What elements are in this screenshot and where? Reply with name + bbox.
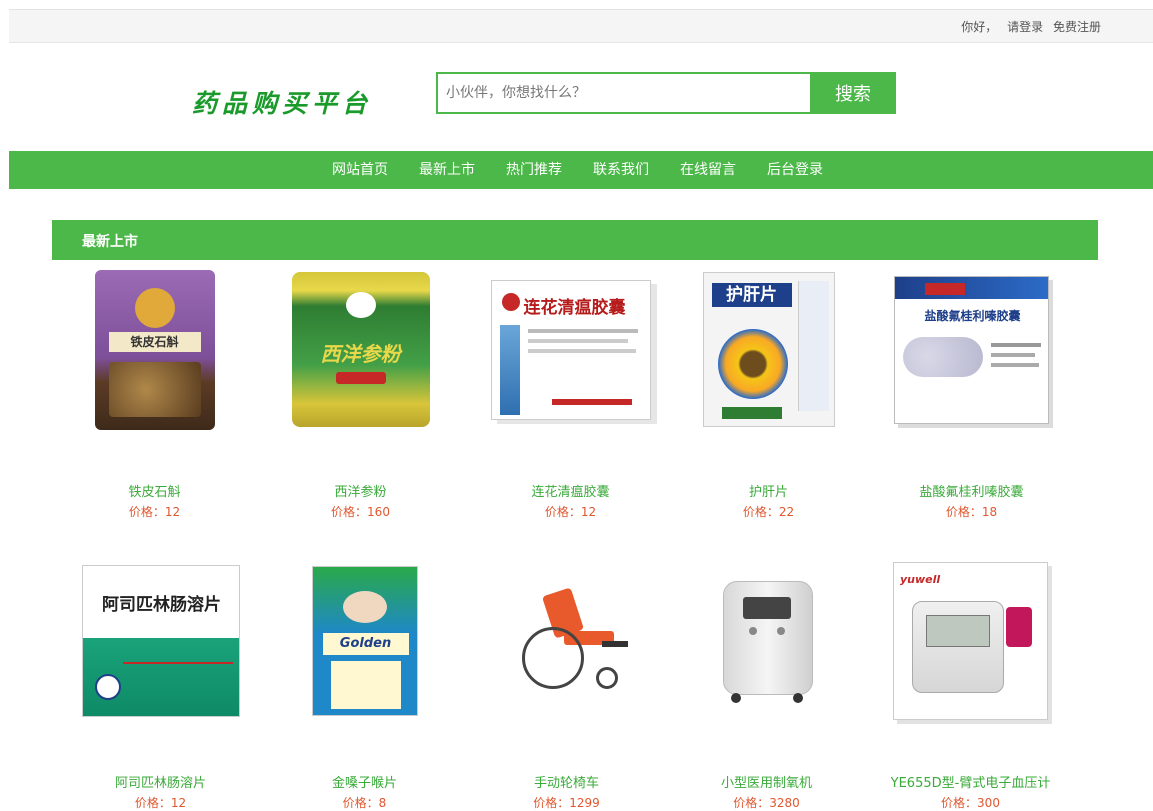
product-price: 价格：12 <box>128 505 181 519</box>
package-label: 阿司匹林肠溶片 <box>102 594 221 615</box>
package-label: 铁皮石斛 <box>108 331 201 352</box>
product-price: 价格：8 <box>342 796 387 810</box>
product-name[interactable]: 盐酸氟桂利嗪胶囊 <box>869 481 1074 500</box>
product-name[interactable]: YE655D型-臂式电子血压计 <box>868 772 1073 791</box>
package-label: 连花清瘟胶囊 <box>523 297 626 318</box>
nav-item-message[interactable]: 在线留言 <box>680 151 736 189</box>
product-card[interactable]: 盐酸氟桂利嗪胶囊 盐酸氟桂利嗪胶囊 价格：18 <box>869 262 1074 520</box>
product-price: 价格：22 <box>742 505 795 519</box>
product-name[interactable]: 连花清瘟胶囊 <box>468 481 673 500</box>
product-price: 价格：12 <box>134 796 187 810</box>
top-bar: 你好， 请登录 免费注册 <box>9 9 1153 43</box>
nav-item-new-arrivals[interactable]: 最新上市 <box>419 151 475 189</box>
nav-item-contact[interactable]: 联系我们 <box>593 151 649 189</box>
nav-item-admin-login[interactable]: 后台登录 <box>767 151 823 189</box>
product-price: 价格：18 <box>945 505 998 519</box>
product-card[interactable]: Golden 金嗓子喉片 价格：8 <box>262 553 467 811</box>
product-card[interactable]: yuwell YE655D型-臂式电子血压计 价格：300 <box>868 553 1073 811</box>
product-name[interactable]: 护肝片 <box>666 481 871 500</box>
product-price: 价格：3280 <box>733 796 800 810</box>
package-label: 盐酸氟桂利嗪胶囊 <box>924 308 1021 323</box>
top-bar-links: 你好， 请登录 免费注册 <box>961 18 1101 35</box>
package-label: 西洋参粉 <box>320 342 401 366</box>
nav-item-home[interactable]: 网站首页 <box>332 151 388 189</box>
product-image[interactable]: 阿司匹林肠溶片 <box>58 553 263 728</box>
product-image[interactable]: yuwell <box>868 553 1073 728</box>
product-image[interactable]: 盐酸氟桂利嗪胶囊 <box>869 262 1074 437</box>
product-card[interactable]: 连花清瘟胶囊 连花清瘟胶囊 价格：12 <box>468 262 673 520</box>
section-header: 最新上市 <box>52 220 1098 260</box>
product-image[interactable]: 连花清瘟胶囊 <box>468 262 673 437</box>
product-image[interactable] <box>664 553 869 728</box>
login-link[interactable]: 请登录 <box>1007 20 1043 34</box>
product-image[interactable]: Golden <box>262 553 467 728</box>
product-card[interactable]: 阿司匹林肠溶片 阿司匹林肠溶片 价格：12 <box>58 553 263 811</box>
product-card[interactable]: 护肝片 护肝片 价格：22 <box>666 262 871 520</box>
search-button[interactable]: 搜索 <box>810 72 896 114</box>
product-name[interactable]: 铁皮石斛 <box>52 481 257 500</box>
product-card[interactable]: 西洋参粉 西洋参粉 价格：160 <box>258 262 463 520</box>
product-card[interactable]: 小型医用制氧机 价格：3280 <box>664 553 869 811</box>
section-title: 最新上市 <box>82 234 138 250</box>
package-label: yuwell <box>900 572 941 586</box>
product-name[interactable]: 阿司匹林肠溶片 <box>58 772 263 791</box>
product-price: 价格：160 <box>331 505 390 519</box>
product-image[interactable]: 铁皮石斛 <box>52 262 257 437</box>
nav-item-hot-recommend[interactable]: 热门推荐 <box>506 151 562 189</box>
main-nav: 网站首页 最新上市 热门推荐 联系我们 在线留言 后台登录 <box>9 151 1153 189</box>
product-image[interactable]: 西洋参粉 <box>258 262 463 437</box>
register-link[interactable]: 免费注册 <box>1053 20 1101 34</box>
search-input[interactable] <box>438 74 814 112</box>
product-image[interactable]: 护肝片 <box>666 262 871 437</box>
product-name[interactable]: 金嗓子喉片 <box>262 772 467 791</box>
product-name[interactable]: 手动轮椅车 <box>464 772 669 791</box>
product-price: 价格：12 <box>544 505 597 519</box>
product-name[interactable]: 小型医用制氧机 <box>664 772 869 791</box>
product-name[interactable]: 西洋参粉 <box>258 481 463 500</box>
site-logo[interactable]: 药品购买平台 <box>192 84 372 120</box>
search-box: 搜索 <box>436 72 896 114</box>
package-label: 护肝片 <box>711 283 792 307</box>
product-price: 价格：300 <box>941 796 1000 810</box>
product-image[interactable] <box>464 553 669 728</box>
product-card[interactable]: 铁皮石斛 铁皮石斛 价格：12 <box>52 262 257 520</box>
package-label: Golden <box>322 632 409 655</box>
product-price: 价格：1299 <box>533 796 600 810</box>
product-card[interactable]: 手动轮椅车 价格：1299 <box>464 553 669 811</box>
greeting-text: 你好， <box>961 20 998 34</box>
